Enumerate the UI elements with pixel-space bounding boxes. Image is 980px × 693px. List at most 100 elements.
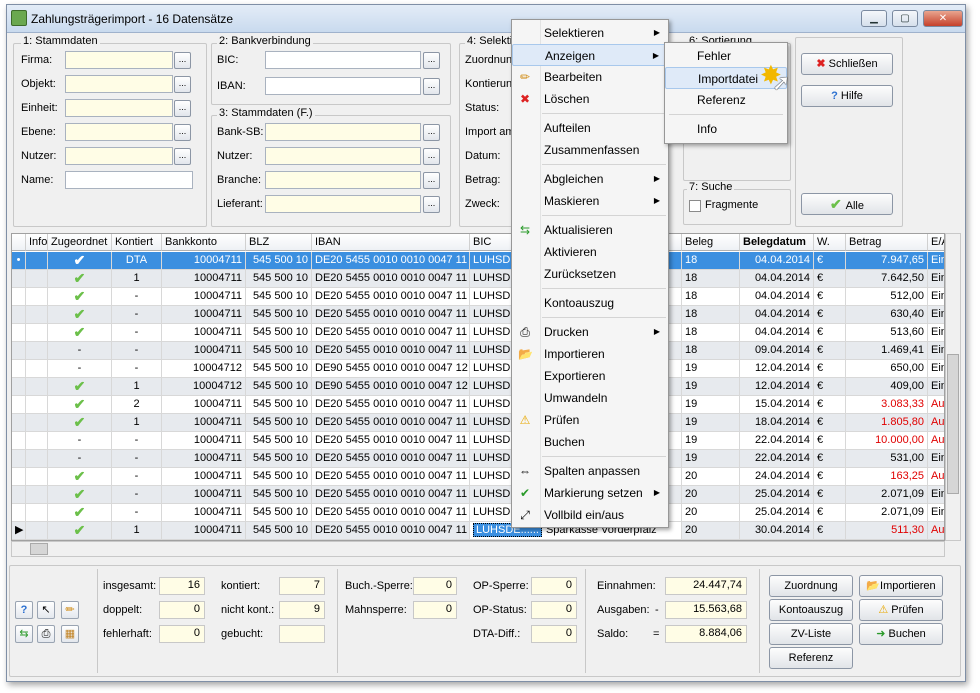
column-header[interactable]: W.: [814, 234, 846, 251]
calendar-icon[interactable]: ▦: [61, 625, 79, 643]
column-header[interactable]: Betrag: [846, 234, 928, 251]
minimize-button[interactable]: ▁: [861, 10, 887, 27]
menu-item[interactable]: Zusammenfassen: [512, 139, 668, 161]
referenz-button[interactable]: Referenz: [769, 647, 853, 669]
column-header[interactable]: [12, 234, 26, 251]
browse-button[interactable]: ...: [174, 100, 191, 117]
close-window-button[interactable]: ✕: [923, 10, 963, 27]
menu-item[interactable]: Abgleichen ▶: [512, 168, 668, 190]
table-row[interactable]: ✔ 1 10004712 545 500 10 DE90 5455 0010 0010 …: [12, 378, 944, 396]
table-row[interactable]: ✔ 1 10004711 545 500 10 DE20 5455 0010 0010 …: [12, 270, 944, 288]
data-grid[interactable]: Info Zugeordnet Kontiert Bankkonto BLZ IBAN BI…: [11, 233, 945, 541]
stammdaten-input[interactable]: [65, 75, 173, 93]
buchen-button[interactable]: ➜ Buchen: [859, 623, 943, 645]
menu-item[interactable]: Buchen: [512, 431, 668, 453]
grid-cell: DE20 5455 0010 0010 0047 11: [312, 468, 470, 486]
browse-button[interactable]: ...: [174, 76, 191, 93]
bank-input[interactable]: [265, 77, 421, 95]
table-row[interactable]: ✔ 1 10004711 545 500 10 DE20 5455 0010 0010 …: [12, 414, 944, 432]
browse-button[interactable]: ...: [174, 148, 191, 165]
column-header[interactable]: IBAN: [312, 234, 470, 251]
browse-button[interactable]: ...: [174, 52, 191, 69]
stammdaten-f-input[interactable]: [265, 147, 421, 165]
alle-button[interactable]: ✔ Alle: [801, 193, 893, 215]
menu-item[interactable]: Aufteilen: [512, 117, 668, 139]
menu-item[interactable]: Umwandeln: [512, 387, 668, 409]
stammdaten-f-input[interactable]: [265, 195, 421, 213]
browse-button[interactable]: ...: [423, 52, 440, 69]
stammdaten-input[interactable]: [65, 171, 193, 189]
column-header[interactable]: Beleg: [682, 234, 740, 251]
column-header[interactable]: E/A: [928, 234, 944, 251]
stammdaten-input[interactable]: [65, 99, 173, 117]
horizontal-scroll-thumb[interactable]: [30, 543, 48, 555]
kontoauszug-button[interactable]: Kontoauszug: [769, 599, 853, 621]
hilfe-button[interactable]: ? Hilfe: [801, 85, 893, 107]
cursor-icon[interactable]: ↖: [37, 601, 55, 619]
column-header[interactable]: Belegdatum: [740, 234, 814, 251]
stammdaten-input[interactable]: [65, 51, 173, 69]
vertical-scrollbar[interactable]: [945, 233, 961, 541]
table-row[interactable]: ✔ -10004711 545 500 10 DE20 5455 0010 0010 …: [12, 504, 944, 522]
zuordnung-button[interactable]: Zuordnung: [769, 575, 853, 597]
table-row[interactable]: ✔ -10004711 545 500 10 DE20 5455 0010 0010 …: [12, 306, 944, 324]
pruefen-button[interactable]: ⚠ Prüfen: [859, 599, 943, 621]
menu-item[interactable]: Maskieren ▶: [512, 190, 668, 212]
column-header[interactable]: Info: [26, 234, 48, 251]
menu-item[interactable]: Kontoauszug: [512, 292, 668, 314]
table-row[interactable]: ✔ -10004711 545 500 10 DE20 5455 0010 0010 …: [12, 324, 944, 342]
zv-liste-button[interactable]: ZV-Liste: [769, 623, 853, 645]
menu-item[interactable]: ✏ Bearbeiten: [512, 66, 668, 88]
horizontal-scrollbar[interactable]: [11, 541, 945, 557]
stammdaten-input[interactable]: [65, 123, 173, 141]
browse-button[interactable]: ...: [423, 172, 440, 189]
table-row[interactable]: - -10004711 545 500 10 DE20 5455 0010 0010 …: [12, 432, 944, 450]
schliessen-button[interactable]: ✖ Schließen: [801, 53, 893, 75]
browse-button[interactable]: ...: [174, 124, 191, 141]
submenu-item[interactable]: Info: [665, 118, 787, 140]
menu-item[interactable]: ⇆ Aktualisieren: [512, 219, 668, 241]
column-header[interactable]: Zugeordnet: [48, 234, 112, 251]
table-row[interactable]: ✔ -10004711 545 500 10 DE20 5455 0010 0010 …: [12, 288, 944, 306]
column-header[interactable]: Kontiert: [112, 234, 162, 251]
menu-item[interactable]: ⤢ Vollbild ein/aus: [512, 504, 668, 526]
submenu-item[interactable]: Referenz: [665, 89, 787, 111]
bank-input[interactable]: [265, 51, 421, 69]
column-header[interactable]: BLZ: [246, 234, 312, 251]
menu-item[interactable]: Anzeigen ▶: [512, 44, 668, 66]
menu-item[interactable]: ⎙ Drucken ▶: [512, 321, 668, 343]
table-row[interactable]: - -10004712 545 500 10 DE90 5455 0010 0010 …: [12, 360, 944, 378]
table-row[interactable]: • ✔ DTA 10004711 545 500 10 DE20 5455 0010 00…: [12, 252, 944, 270]
table-row[interactable]: ✔ -10004711 545 500 10 DE20 5455 0010 0010 …: [12, 468, 944, 486]
table-row[interactable]: ▶ ✔ 1 10004711 545 500 10 DE20 5455 0010 0010…: [12, 522, 944, 540]
help-icon[interactable]: ?: [15, 601, 33, 619]
menu-item[interactable]: ⚠ Prüfen: [512, 409, 668, 431]
browse-button[interactable]: ...: [423, 148, 440, 165]
refresh-icon[interactable]: ⇆: [15, 625, 33, 643]
browse-button[interactable]: ...: [423, 124, 440, 141]
column-header[interactable]: Bankkonto: [162, 234, 246, 251]
maximize-button[interactable]: ▢: [892, 10, 918, 27]
importieren-button[interactable]: 📂Importieren: [859, 575, 943, 597]
fragmente-checkbox[interactable]: [689, 200, 701, 212]
menu-item[interactable]: ✖ Löschen: [512, 88, 668, 110]
stammdaten-f-input[interactable]: [265, 171, 421, 189]
menu-item[interactable]: ⇔ Spalten anpassen: [512, 460, 668, 482]
print-icon[interactable]: ⎙: [37, 625, 55, 643]
edit-icon[interactable]: ✏: [61, 601, 79, 619]
table-row[interactable]: ✔ 2 10004711 545 500 10 DE20 5455 0010 0010 …: [12, 396, 944, 414]
vertical-scroll-thumb[interactable]: [947, 354, 959, 494]
menu-item[interactable]: Aktivieren: [512, 241, 668, 263]
table-row[interactable]: - -10004711 545 500 10 DE20 5455 0010 0010 …: [12, 450, 944, 468]
browse-button[interactable]: ...: [423, 196, 440, 213]
menu-item[interactable]: ✔ Markierung setzen ▶: [512, 482, 668, 504]
table-row[interactable]: - -10004711 545 500 10 DE20 5455 0010 0010 …: [12, 342, 944, 360]
menu-item[interactable]: Exportieren: [512, 365, 668, 387]
stammdaten-f-input[interactable]: [265, 123, 421, 141]
menu-item[interactable]: 📂 Importieren: [512, 343, 668, 365]
table-row[interactable]: ✔ -10004711 545 500 10 DE20 5455 0010 0010 …: [12, 486, 944, 504]
menu-item[interactable]: Selektieren ▶: [512, 22, 668, 44]
menu-item[interactable]: Zurücksetzen: [512, 263, 668, 285]
stammdaten-input[interactable]: [65, 147, 173, 165]
browse-button[interactable]: ...: [423, 78, 440, 95]
